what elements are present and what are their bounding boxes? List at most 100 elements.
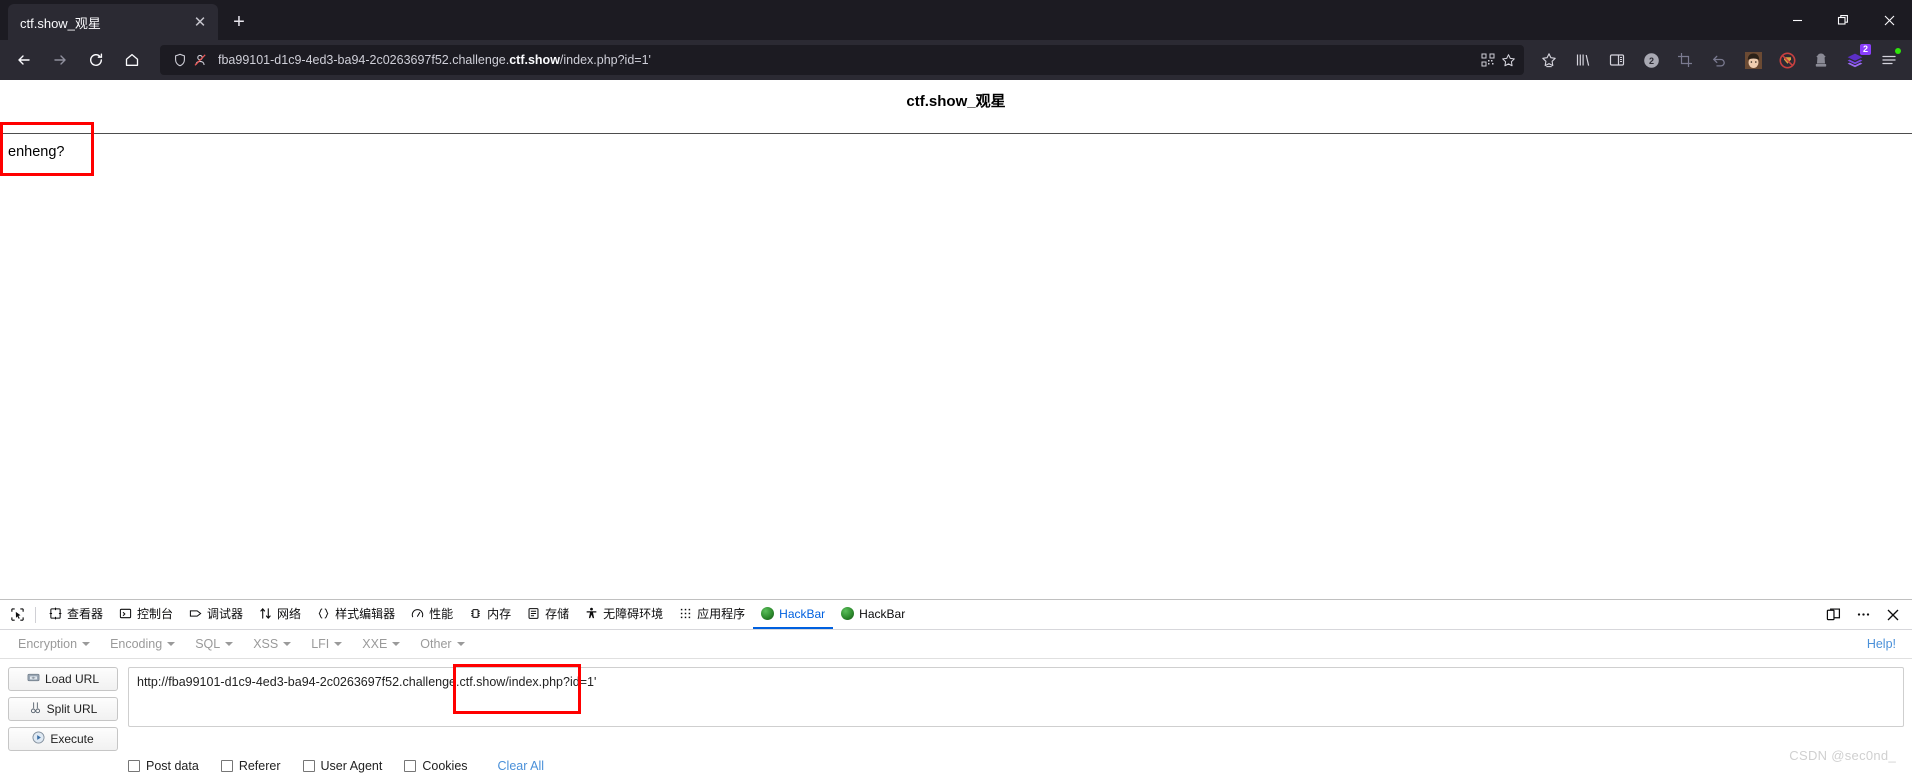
devtools-tab-label: 内存: [487, 607, 512, 621]
bookmark-star-icon[interactable]: [1534, 45, 1564, 75]
accessibility-icon: [585, 607, 598, 620]
hackbar-menu-sql[interactable]: SQL: [185, 637, 243, 651]
minimize-button[interactable]: [1774, 0, 1820, 40]
shield-icon[interactable]: [170, 50, 190, 70]
devtools-tab-style-editor[interactable]: 样式编辑器: [309, 600, 403, 629]
browser-tab[interactable]: ctf.show_观星 ✕: [8, 4, 218, 40]
devtools-tab-performance[interactable]: 性能: [403, 600, 461, 629]
toolbar-separator: [35, 606, 36, 623]
hackbar-options-row: Post data Referer User Agent Cookies Cle…: [0, 751, 1912, 773]
devtools-tab-console[interactable]: 控制台: [111, 600, 181, 629]
checkbox-label: Post data: [146, 759, 199, 773]
reload-icon[interactable]: [80, 44, 112, 76]
devtools-tab-application[interactable]: 应用程序: [671, 600, 753, 629]
hackbar-menu-xxe[interactable]: XXE: [352, 637, 410, 651]
url-text[interactable]: fba99101-d1c9-4ed3-ba94-2c0263697f52.cha…: [218, 53, 1478, 67]
tracking-protection-off-icon[interactable]: [190, 50, 210, 70]
checkbox-box[interactable]: [220, 760, 233, 772]
qr-code-icon[interactable]: [1478, 50, 1498, 70]
devtools-tab-label: 无障碍环境: [603, 607, 664, 621]
checkbox-box[interactable]: [404, 760, 417, 772]
devtools-tab-hackbar-active[interactable]: HackBar: [753, 600, 834, 629]
url-bar[interactable]: fba99101-d1c9-4ed3-ba94-2c0263697f52.cha…: [160, 45, 1524, 75]
hackbar-menu-encoding[interactable]: Encoding: [100, 637, 185, 651]
clear-all-link[interactable]: Clear All: [498, 759, 545, 773]
url-suffix: /index.php?id=1': [559, 53, 651, 67]
devtools-tab-label: 性能: [429, 607, 454, 621]
star-bookmark-icon[interactable]: [1498, 50, 1518, 70]
execute-button[interactable]: Execute: [8, 727, 118, 751]
restore-button[interactable]: [1820, 0, 1866, 40]
url-prefix: fba99101-d1c9-4ed3-ba94-2c0263697f52.cha…: [218, 53, 510, 67]
devtools-tab-storage[interactable]: 存储: [519, 600, 577, 629]
new-tab-button[interactable]: +: [224, 7, 254, 37]
chevron-down-icon: [82, 642, 91, 646]
back-arrow-icon[interactable]: [8, 44, 40, 76]
checkbox-box[interactable]: [128, 760, 140, 772]
hackbar-menu-lfi[interactable]: LFI: [301, 637, 352, 651]
devtools-tab-debugger[interactable]: 调试器: [181, 600, 251, 629]
chevron-down-icon: [334, 642, 343, 646]
close-icon[interactable]: ✕: [190, 12, 210, 32]
checkbox-label: User Agent: [320, 759, 383, 773]
hackbar-icon: [841, 607, 855, 620]
hackbar-button-column: Load URL Split URL Execute: [8, 667, 118, 751]
memory-icon: [469, 607, 482, 620]
checkbox-label: Referer: [238, 759, 281, 773]
inspector-icon: [49, 607, 62, 620]
stack-extension-icon[interactable]: 2: [1840, 44, 1871, 75]
hackbar-menu-xss[interactable]: XSS: [243, 637, 301, 651]
chevron-down-icon: [456, 642, 465, 646]
checkbox-post-data[interactable]: Post data: [128, 759, 199, 773]
load-url-icon: [27, 671, 40, 687]
devtools-menu-icon[interactable]: [1850, 602, 1876, 628]
library-icon[interactable]: [1568, 45, 1598, 75]
checkbox-cookies[interactable]: Cookies: [404, 759, 468, 773]
undo-icon[interactable]: [1704, 45, 1734, 75]
load-url-button[interactable]: Load URL: [8, 667, 118, 691]
window-controls: [1774, 0, 1912, 40]
update-indicator-dot: [1895, 48, 1901, 54]
devtools-tab-network[interactable]: 网络: [251, 600, 309, 629]
url-textarea[interactable]: [128, 667, 1904, 727]
menu-label: Other: [420, 637, 452, 651]
responsive-design-mode-icon[interactable]: [1820, 602, 1846, 628]
devtools-tab-accessibility[interactable]: 无障碍环境: [577, 600, 671, 629]
proxy-switcher-icon[interactable]: [1806, 45, 1836, 75]
hackbar-body: Load URL Split URL Execute: [0, 659, 1912, 751]
element-picker-icon[interactable]: [4, 602, 30, 628]
avatar-extension-icon[interactable]: [1738, 45, 1768, 75]
sidebar-icon[interactable]: [1602, 45, 1632, 75]
devtools-close-icon[interactable]: [1880, 602, 1906, 628]
devtools-tab-hackbar-secondary[interactable]: HackBar: [833, 600, 913, 629]
devtools-tab-inspector[interactable]: 查看器: [41, 600, 111, 629]
scissors-icon: [29, 701, 42, 717]
checkbox-referer[interactable]: Referer: [220, 759, 281, 773]
hackbar-menu-encryption[interactable]: Encryption: [8, 637, 100, 651]
app-menu-icon[interactable]: [1874, 45, 1904, 75]
svg-text:2: 2: [1648, 56, 1653, 66]
menu-label: LFI: [311, 637, 330, 651]
close-window-button[interactable]: [1866, 0, 1912, 40]
execute-play-icon: [32, 731, 45, 747]
home-icon[interactable]: [116, 44, 148, 76]
forward-arrow-icon[interactable]: [44, 44, 76, 76]
devtools-tab-memory[interactable]: 内存: [461, 600, 519, 629]
devtools-tab-label: 样式编辑器: [335, 607, 396, 621]
adblock-off-icon[interactable]: [1772, 45, 1802, 75]
hackbar-menubar: Encryption Encoding SQL XSS LFI XXE Othe…: [0, 630, 1912, 659]
chevron-down-icon: [167, 642, 176, 646]
devtools-toolbar: 查看器 控制台 调试器 网络 样式编辑器 性能 内存 存储 无障碍环境 应用程序…: [0, 600, 1912, 630]
screenshot-crop-icon[interactable]: [1670, 45, 1700, 75]
checkbox-user-agent[interactable]: User Agent: [302, 759, 383, 773]
split-url-button[interactable]: Split URL: [8, 697, 118, 721]
hackbar-menu-other[interactable]: Other: [410, 637, 474, 651]
devtools-tab-label: HackBar: [779, 606, 826, 621]
title-bar: ctf.show_观星 ✕ +: [0, 0, 1912, 40]
hackbar-help-link[interactable]: Help!: [1867, 637, 1904, 651]
counter-icon[interactable]: 2: [1636, 45, 1666, 75]
style-editor-icon: [317, 607, 330, 620]
checkbox-box[interactable]: [302, 760, 315, 772]
storage-icon: [527, 607, 540, 620]
menu-label: SQL: [195, 637, 221, 651]
